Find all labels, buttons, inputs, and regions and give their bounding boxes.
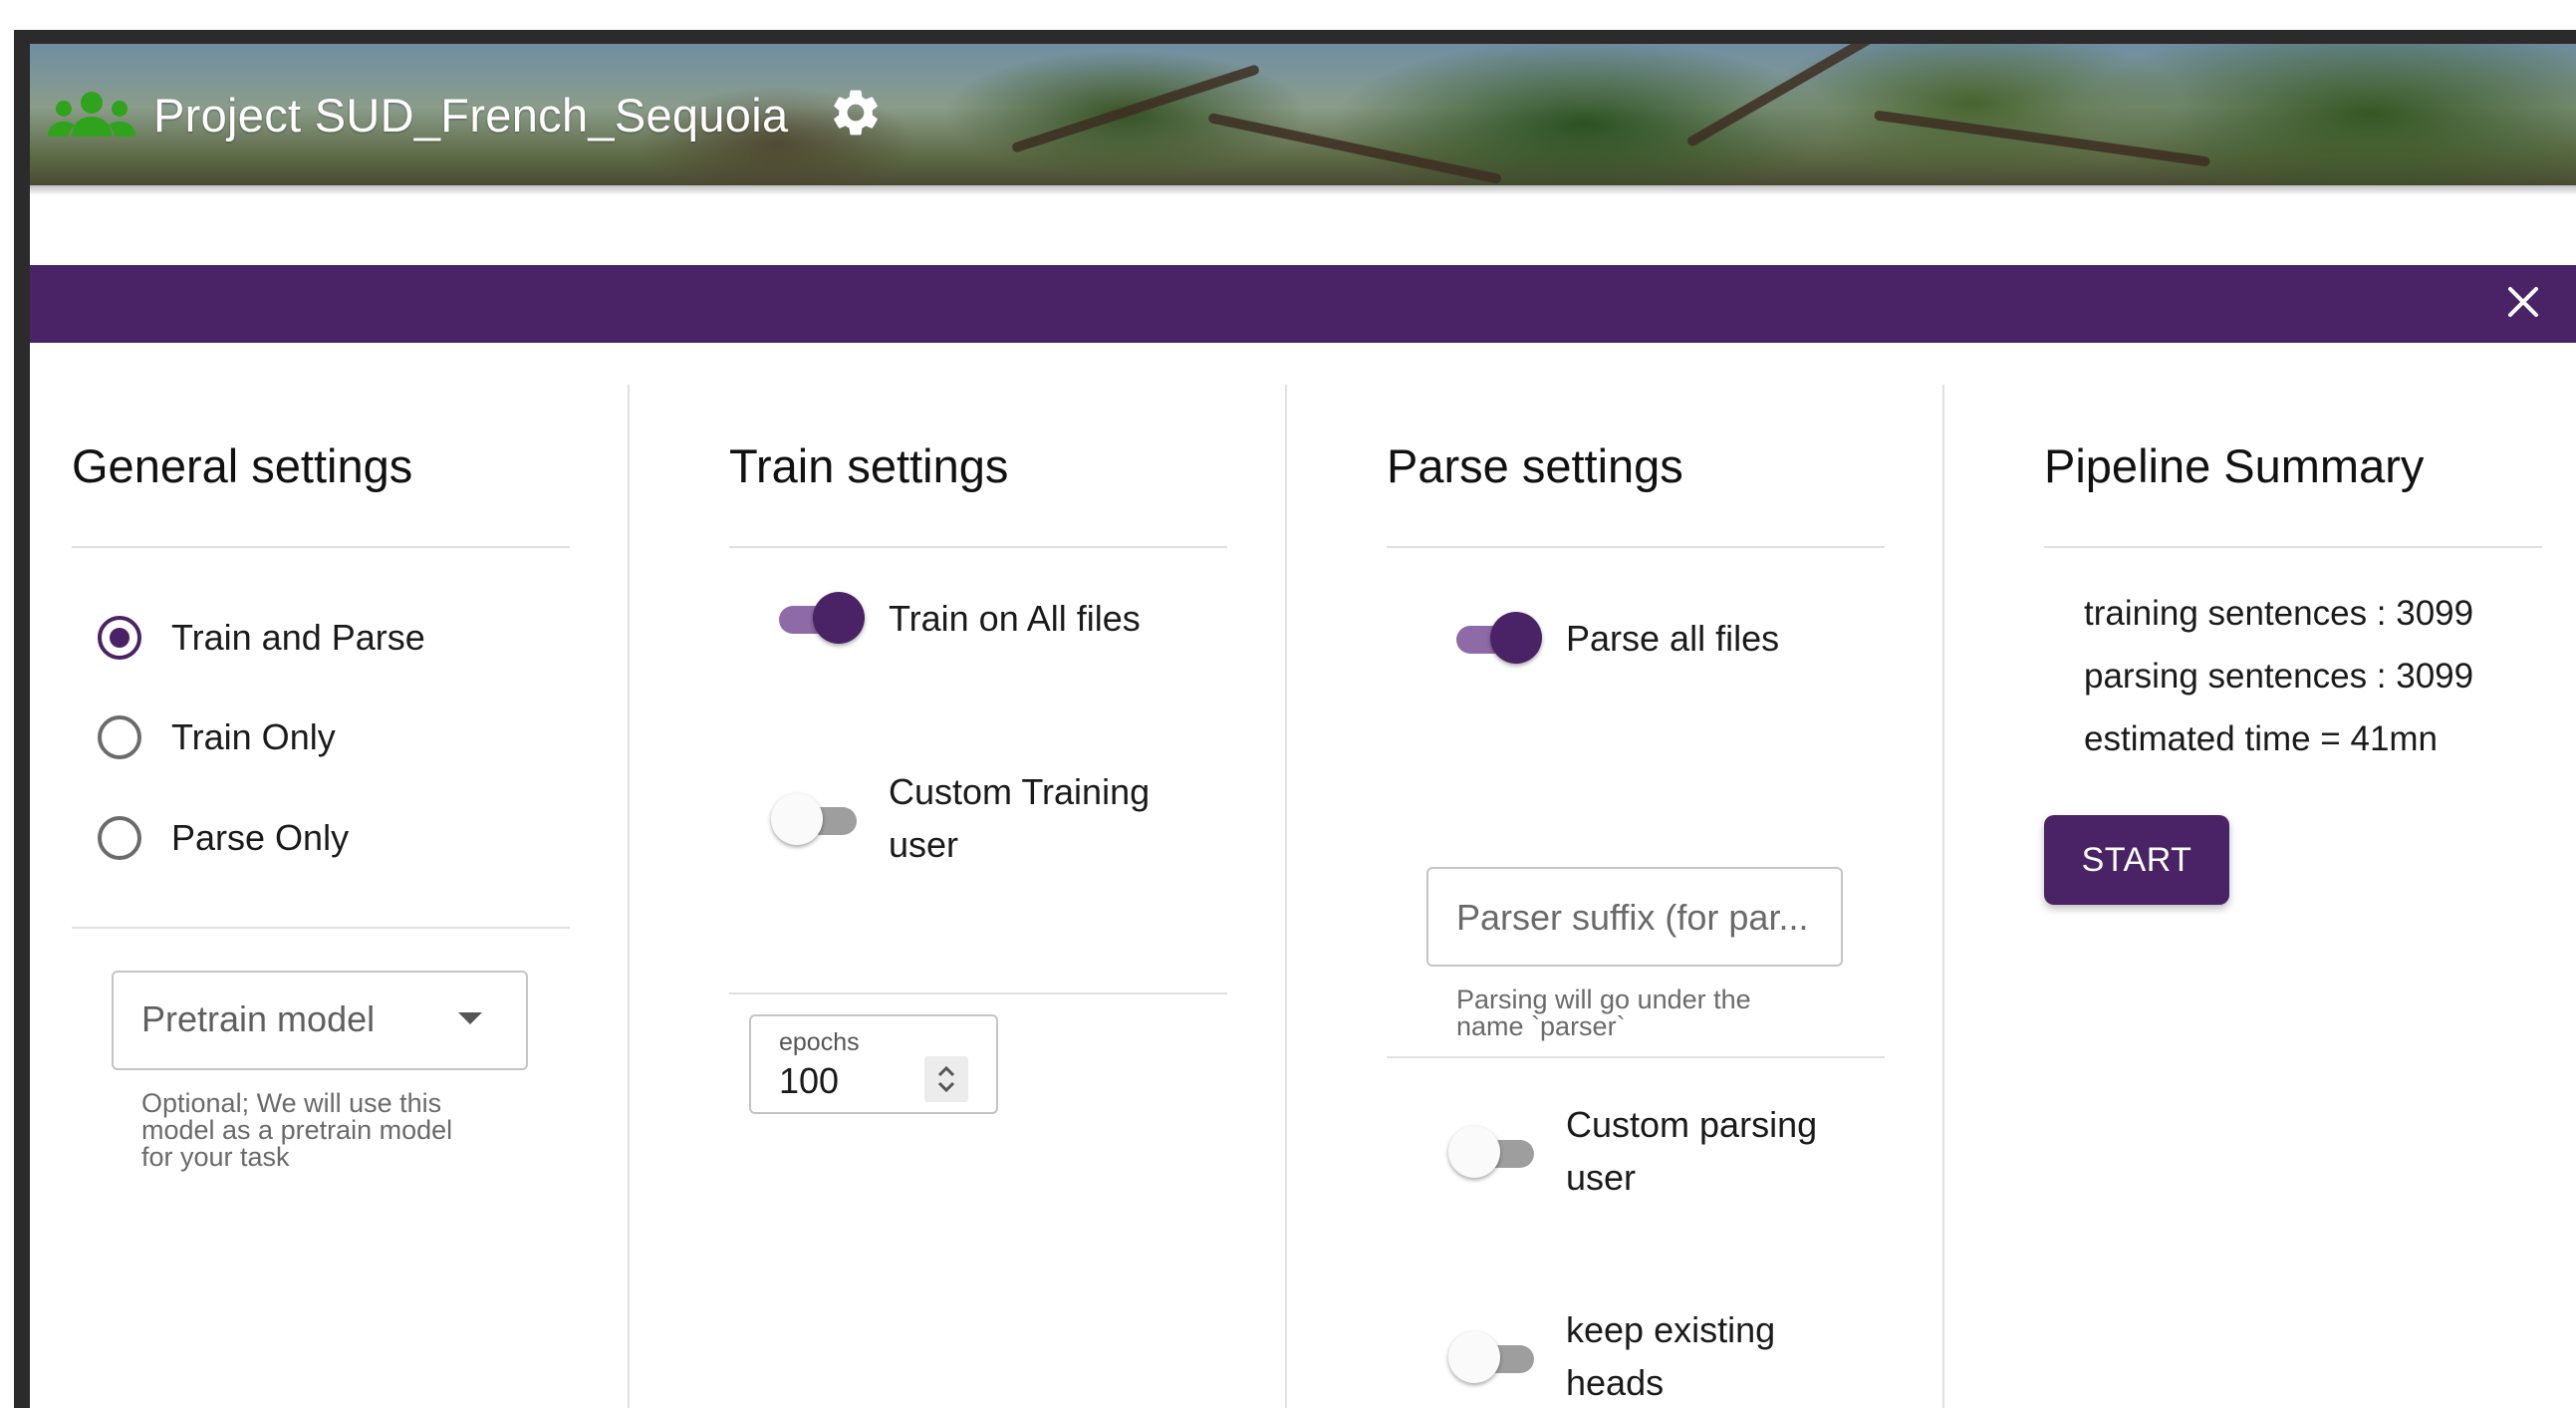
parse-title-divider	[1387, 546, 1885, 548]
train-epochs-divider	[729, 992, 1227, 994]
toggle-knob	[1490, 612, 1542, 664]
label-line: user	[1566, 1157, 1637, 1198]
mode-train-and-parse-radio[interactable]: Train and Parse	[98, 616, 425, 660]
hint-line: name `parser`	[1456, 1011, 1626, 1041]
close-button[interactable]	[2500, 281, 2546, 327]
parser-suffix-hint: Parsing will go under the name `parser`	[1456, 986, 1751, 1040]
parse-all-files-label: Parse all files	[1566, 618, 1780, 659]
banner-shadow	[30, 185, 2576, 195]
mode-parse-only-radio[interactable]: Parse Only	[98, 816, 349, 860]
dropdown-arrow-icon	[458, 1012, 482, 1024]
parser-suffix-input[interactable]: Parser suffix (for par...	[1426, 867, 1843, 967]
train-title-divider	[729, 546, 1227, 548]
toggle-knob	[1448, 1126, 1500, 1178]
column-divider	[1285, 385, 1287, 1408]
window-frame-top	[14, 30, 2576, 44]
gear-icon	[828, 85, 884, 145]
parser-suffix-placeholder: Parser suffix (for par...	[1456, 897, 1809, 938]
epochs-field[interactable]: epochs 100	[749, 1014, 998, 1114]
banner-branch	[1207, 112, 1502, 185]
custom-parsing-user-toggle[interactable]	[1448, 1124, 1538, 1180]
radio-label: Train Only	[171, 716, 336, 757]
dialog-toolbar	[30, 265, 2576, 343]
toggle-knob	[771, 793, 823, 845]
toggle-knob	[1448, 1331, 1500, 1383]
brand: Project SUD_French_Sequoia	[44, 44, 886, 185]
radio-checked-icon	[98, 616, 141, 660]
mode-train-only-radio[interactable]: Train Only	[98, 715, 336, 759]
label-line: user	[889, 824, 959, 865]
radio-label: Parse Only	[171, 817, 350, 858]
keep-existing-heads-toggle[interactable]	[1448, 1329, 1538, 1385]
pipeline-summary-title: Pipeline Summary	[2044, 439, 2425, 492]
banner-branch	[1010, 64, 1261, 153]
training-sentences-count: training sentences : 3099	[2084, 594, 2474, 633]
estimated-time: estimated time = 41mn	[2084, 719, 2439, 758]
radio-unchecked-icon	[98, 715, 141, 759]
label-line: heads	[1566, 1362, 1665, 1403]
start-button[interactable]: START	[2044, 815, 2229, 905]
project-title: Project SUD_French_Sequoia	[153, 88, 789, 141]
hint-line: for your task	[141, 1142, 290, 1172]
radio-label: Train and Parse	[171, 617, 425, 658]
keep-existing-heads-label: keep existing heads	[1566, 1303, 1775, 1408]
parse-all-files-toggle[interactable]	[1452, 610, 1542, 666]
screen-top-edge	[0, 0, 2576, 30]
spinner-arrows-icon	[937, 1065, 955, 1093]
pretrain-model-hint: Optional; We will use this model as a pr…	[141, 1090, 452, 1171]
general-title-divider	[72, 546, 570, 548]
label-line: Custom parsing	[1566, 1104, 1818, 1145]
summary-title-divider	[2044, 546, 2542, 548]
hint-line: Parsing will go under the	[1456, 985, 1751, 1014]
label-line: Custom Training	[889, 771, 1151, 812]
hint-line: Optional; We will use this	[141, 1088, 442, 1118]
train-all-files-toggle[interactable]	[775, 590, 865, 646]
general-mode-divider	[72, 927, 570, 929]
column-divider	[628, 385, 630, 1408]
toggle-knob	[813, 592, 865, 644]
epochs-spinner[interactable]	[924, 1056, 968, 1102]
epochs-label: epochs	[779, 1028, 860, 1056]
custom-training-user-label: Custom Training user	[889, 765, 1150, 871]
pretrain-model-select[interactable]: Pretrain model	[112, 971, 528, 1070]
train-settings-title: Train settings	[729, 439, 1009, 492]
header-banner: Project SUD_French_Sequoia	[30, 44, 2576, 185]
window-frame-left	[14, 30, 30, 1408]
banner-branch	[1873, 110, 2211, 167]
settings-button[interactable]	[826, 85, 886, 144]
banner-branch	[1685, 44, 1881, 148]
label-line: keep existing	[1566, 1309, 1776, 1350]
close-icon	[2506, 285, 2540, 324]
custom-training-user-toggle[interactable]	[771, 791, 861, 847]
column-divider	[1942, 385, 1944, 1408]
app-window: Project SUD_French_Sequoia General setti…	[30, 44, 2576, 1408]
train-all-files-label: Train on All files	[889, 598, 1141, 639]
epochs-value: 100	[779, 1060, 840, 1101]
radio-unchecked-icon	[98, 816, 141, 860]
hint-line: model as a pretrain model	[141, 1115, 453, 1145]
parse-settings-title: Parse settings	[1387, 439, 1683, 492]
pretrain-model-value: Pretrain model	[141, 998, 376, 1039]
general-settings-title: General settings	[72, 439, 413, 492]
parsing-sentences-count: parsing sentences : 3099	[2084, 657, 2474, 696]
parse-custom-divider	[1387, 1056, 1885, 1058]
custom-parsing-user-label: Custom parsing user	[1566, 1098, 1817, 1204]
group-icon	[44, 85, 139, 144]
